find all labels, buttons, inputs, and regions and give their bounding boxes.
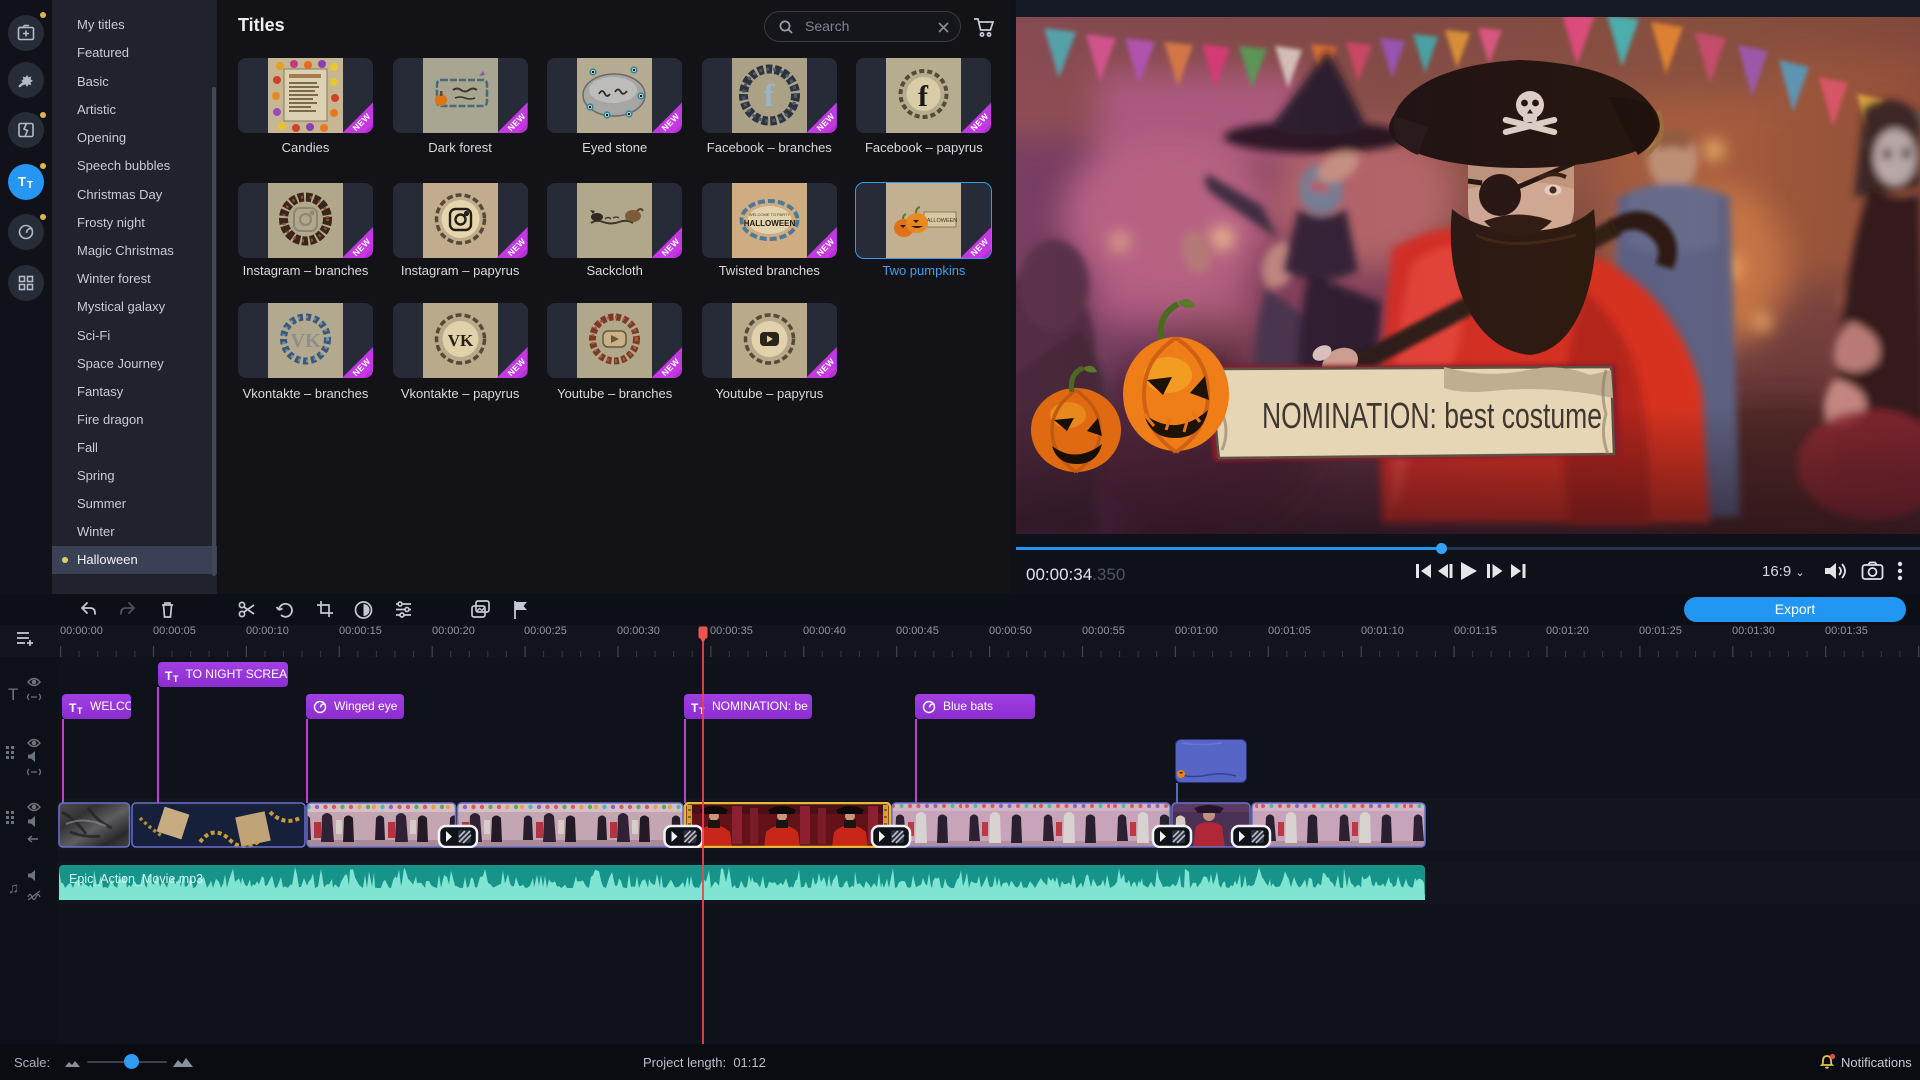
- svg-text:T: T: [69, 701, 77, 715]
- svg-text:WELCOME TO PARTY: WELCOME TO PARTY: [749, 212, 791, 217]
- svg-text:f: f: [763, 77, 774, 113]
- svg-text:T: T: [18, 174, 26, 189]
- svg-text:VK: VK: [447, 331, 473, 350]
- svg-text:T: T: [165, 669, 173, 683]
- svg-text:Epic_Action_Movie.mp3: Epic_Action_Movie.mp3: [69, 872, 203, 886]
- svg-text:NOMINATION: best costume: NOMINATION: best costume: [1262, 395, 1602, 436]
- svg-text:T: T: [77, 706, 83, 716]
- svg-text:T: T: [27, 180, 33, 191]
- svg-text:VK: VK: [291, 330, 321, 352]
- svg-text:T: T: [173, 674, 179, 684]
- svg-text:HALLOWEEN: HALLOWEEN: [744, 219, 796, 228]
- svg-text:f: f: [918, 80, 929, 113]
- svg-text:T: T: [8, 685, 18, 704]
- svg-text:♫: ♫: [8, 880, 19, 897]
- svg-text:T: T: [691, 701, 699, 715]
